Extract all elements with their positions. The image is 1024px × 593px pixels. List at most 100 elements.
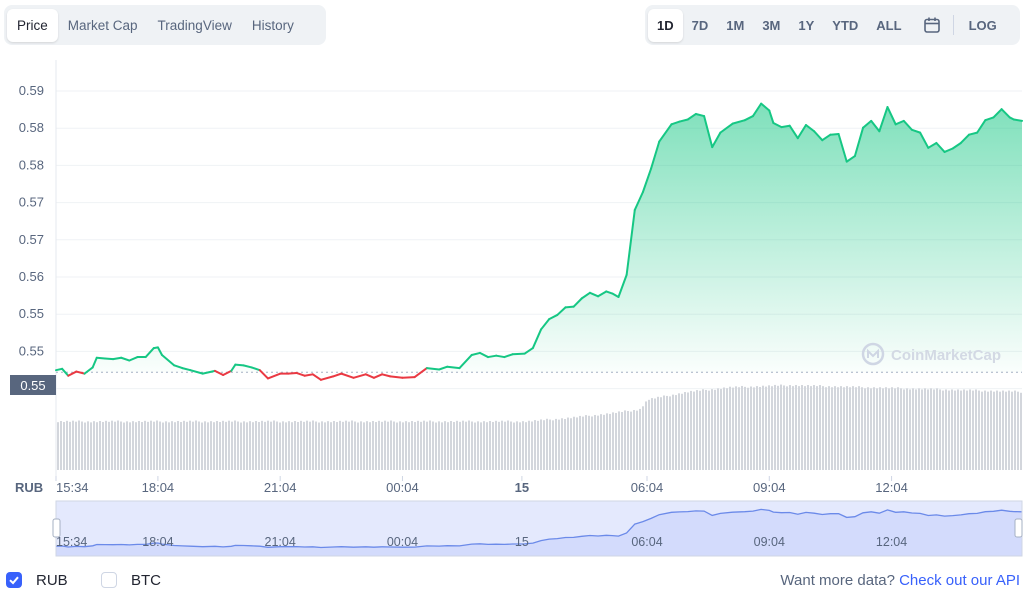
volume-bar [744, 386, 746, 470]
volume-bar [357, 422, 359, 470]
volume-bar [216, 421, 218, 470]
price-line-segment [201, 369, 216, 375]
y-tick-label: 0.55 [19, 306, 44, 321]
volume-bar [135, 422, 137, 470]
volume-bar [966, 390, 968, 470]
price-line-segment [213, 369, 225, 377]
volume-bar [366, 421, 368, 470]
price-line-segment [303, 373, 314, 377]
volume-bar [960, 390, 962, 470]
volume-bar [513, 422, 515, 470]
volume-bar [126, 421, 128, 470]
volume-bar [480, 422, 482, 470]
volume-bar [762, 385, 764, 470]
volume-bar [720, 389, 722, 470]
volume-bar [162, 422, 164, 470]
volume-bar [414, 422, 416, 470]
volume-bar [267, 420, 269, 470]
volume-bar [438, 421, 440, 470]
navigator-right-handle[interactable] [1014, 518, 1023, 538]
volume-bar [372, 421, 374, 470]
volume-bar [378, 420, 380, 470]
api-link[interactable]: Check out our API [899, 572, 1020, 589]
volume-bar [336, 422, 338, 470]
volume-bar [873, 387, 875, 470]
volume-bar [363, 422, 365, 470]
price-line-segment [287, 371, 298, 375]
volume-bar [468, 420, 470, 470]
volume-bar [666, 395, 668, 470]
volume-bar [138, 421, 140, 470]
volume-bar [933, 389, 935, 470]
volume-bar [783, 385, 785, 470]
price-line-segment [487, 354, 498, 359]
volume-bar [354, 421, 356, 470]
btc-checkbox[interactable] [101, 572, 117, 588]
volume-bar [633, 410, 635, 470]
volume-bar [384, 420, 386, 470]
price-line-segment [1012, 118, 1023, 122]
volume-bar [228, 420, 230, 470]
volume-bar [87, 421, 89, 470]
volume-bar [90, 422, 92, 470]
volume-bar [558, 419, 560, 470]
navigator-tick-label: 21:04 [265, 535, 296, 549]
price-line-segment [332, 372, 343, 378]
volume-bar [768, 385, 770, 470]
api-promo-text: Want more data? [780, 572, 895, 589]
volume-bar [294, 421, 296, 470]
volume-bar [441, 422, 443, 470]
navigator-tick-label: 15 [515, 535, 529, 549]
volume-bar [171, 421, 173, 470]
volume-bar [957, 389, 959, 470]
volume-bar [420, 421, 422, 470]
volume-bar [186, 421, 188, 470]
volume-bar [930, 388, 932, 470]
volume-bar [402, 422, 404, 470]
volume-bar [432, 421, 434, 470]
volume-bar [141, 422, 143, 470]
y-tick-label: 0.57 [19, 195, 44, 210]
x-tick-label: 09:04 [753, 480, 786, 495]
volume-bar [1014, 390, 1016, 470]
volume-bar [879, 387, 881, 470]
volume-bars [57, 384, 1022, 470]
volume-bar [726, 388, 728, 470]
volume-bar [627, 411, 629, 470]
volume-bar [690, 390, 692, 470]
rub-checkbox[interactable] [6, 572, 22, 588]
volume-bar [918, 388, 920, 470]
volume-bar [108, 421, 110, 470]
volume-bar [810, 386, 812, 470]
volume-bar [270, 421, 272, 470]
x-tick-label: 18:04 [142, 480, 175, 495]
volume-bar [474, 422, 476, 470]
volume-bar [276, 421, 278, 470]
volume-bar [789, 385, 791, 470]
volume-bar [72, 420, 74, 470]
volume-bar [369, 422, 371, 470]
volume-bar [546, 418, 548, 470]
volume-bar [723, 387, 725, 470]
volume-bar [765, 386, 767, 470]
volume-bar [252, 422, 254, 470]
volume-bar [183, 420, 185, 470]
volume-bar [651, 398, 653, 470]
volume-bar [639, 408, 641, 470]
volume-bar [954, 390, 956, 470]
volume-bar [498, 421, 500, 470]
price-line-segment [295, 371, 306, 377]
x-axis-labels: 15:34 18:04 21:04 00:04 15 06:04 09:04 12:04 [56, 480, 908, 495]
volume-bar [822, 386, 824, 470]
volume-bar [150, 420, 152, 470]
volume-bar [234, 420, 236, 470]
volume-bar [75, 421, 77, 470]
price-line-segment [352, 373, 367, 379]
volume-bar [255, 421, 257, 470]
volume-bar [939, 389, 941, 470]
navigator-tick-label: 00:04 [387, 535, 418, 549]
volume-bar [57, 422, 59, 470]
volume-bar [867, 387, 869, 470]
volume-bar [396, 422, 398, 470]
volume-bar [630, 411, 632, 470]
